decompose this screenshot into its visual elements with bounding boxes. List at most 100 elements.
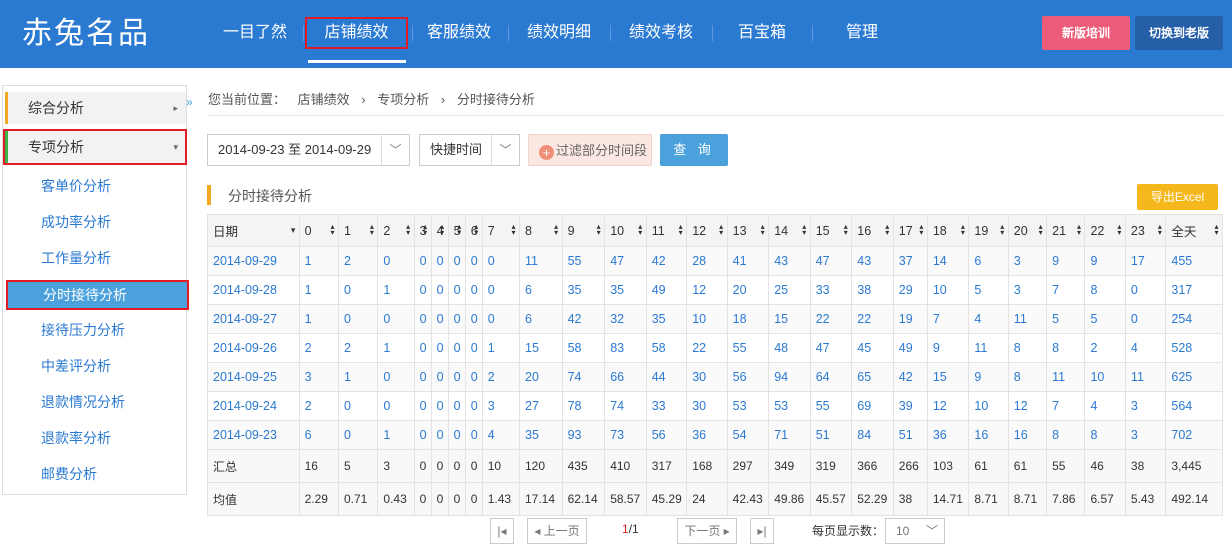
sidebar-item-success-rate[interactable]: 成功率分析 bbox=[41, 210, 111, 234]
column-header-hour[interactable]: 12 ▴ ▾ bbox=[686, 214, 728, 247]
page-size-select[interactable]: 10 ﹀ bbox=[885, 518, 945, 544]
column-header-hour[interactable]: 13 ▴ ▾ bbox=[726, 214, 770, 247]
nav-shop-performance[interactable]: 店铺绩效 bbox=[305, 17, 408, 49]
table-cell: 0 bbox=[447, 246, 466, 276]
sidebar-item-hourly-reception[interactable]: 分时接待分析 bbox=[6, 280, 189, 310]
column-header-hour[interactable]: 16 ▴ ▾ bbox=[851, 214, 894, 247]
sort-icon: ▴ ▾ bbox=[511, 222, 516, 237]
table-cell: 22 bbox=[686, 333, 728, 363]
column-header-hour[interactable]: 15 ▴ ▾ bbox=[809, 214, 853, 247]
summary-cell: 5.43 bbox=[1124, 482, 1167, 516]
row-date-cell[interactable]: 2014-09-28 bbox=[207, 275, 300, 305]
table-cell: 44 bbox=[645, 362, 688, 392]
column-header-hour[interactable]: 21 ▴ ▾ bbox=[1046, 214, 1086, 247]
column-header-hour[interactable]: 9 ▴ ▾ bbox=[561, 214, 606, 247]
column-header-hour[interactable]: 20 ▴ ▾ bbox=[1007, 214, 1048, 247]
date-range-picker[interactable]: 2014-09-23 至 2014-09-29 ﹀ bbox=[207, 134, 410, 166]
column-header-hour[interactable]: 1 ▴ ▾ bbox=[337, 214, 379, 247]
table-cell: 6 bbox=[298, 420, 340, 450]
column-header-hour[interactable]: 0 ▴ ▾ bbox=[298, 214, 340, 247]
table-cell: 3 bbox=[1124, 420, 1167, 450]
prev-page-button[interactable]: ◂ 上一页 bbox=[527, 518, 587, 544]
row-date-cell[interactable]: 2014-09-29 bbox=[207, 246, 300, 276]
breadcrumb-item[interactable]: 店铺绩效 bbox=[298, 92, 350, 107]
column-header-hour[interactable]: 17 ▴ ▾ bbox=[892, 214, 928, 247]
table-cell: 0 bbox=[413, 246, 432, 276]
nav-performance-detail[interactable]: 绩效明细 bbox=[520, 17, 598, 49]
sidebar-item-shipping[interactable]: 邮费分析 bbox=[41, 462, 97, 486]
row-date-cell[interactable]: 2014-09-23 bbox=[207, 420, 300, 450]
summary-cell: 366 bbox=[851, 449, 894, 483]
table-cell: 1 bbox=[298, 246, 340, 276]
sidebar-item-workload[interactable]: 工作量分析 bbox=[41, 246, 111, 270]
nav-divider bbox=[610, 25, 611, 41]
column-header-hour[interactable]: 7 ▴ ▾ bbox=[481, 214, 521, 247]
last-page-button[interactable]: ▸| bbox=[750, 518, 774, 544]
column-header-hour[interactable]: 3 ▴ ▾ bbox=[413, 214, 432, 247]
nav-toolbox[interactable]: 百宝箱 bbox=[730, 17, 794, 49]
nav-service-performance[interactable]: 客服绩效 bbox=[420, 17, 498, 49]
query-button[interactable]: 查 询 bbox=[660, 134, 728, 166]
column-header-label: 19 bbox=[974, 223, 989, 238]
table-cell: 0 bbox=[337, 391, 379, 421]
highlight-box bbox=[3, 129, 187, 165]
table-cell: 36 bbox=[926, 420, 970, 450]
nav-performance-review[interactable]: 绩效考核 bbox=[622, 17, 700, 49]
nav-divider bbox=[303, 25, 304, 41]
quick-time-select[interactable]: 快捷时间 ﹀ bbox=[419, 134, 520, 166]
column-header-hour[interactable]: 23 ▴ ▾ bbox=[1124, 214, 1167, 247]
nav-overview[interactable]: 一目了然 bbox=[218, 17, 292, 49]
sidebar-item-bad-reviews[interactable]: 中差评分析 bbox=[41, 354, 111, 378]
table-row: 2014-09-29 1 2 0 0 0 0 0 0 11 55 47 42 28 41 43 47 43 37 14… bbox=[207, 246, 1223, 276]
breadcrumb-item[interactable]: 专项分析 bbox=[377, 92, 429, 107]
table-cell: 1 bbox=[377, 420, 415, 450]
sidebar-item-refund-status[interactable]: 退款情况分析 bbox=[41, 390, 125, 414]
column-header-hour[interactable]: 5 ▴ ▾ bbox=[447, 214, 466, 247]
column-header-hour[interactable]: 2 ▴ ▾ bbox=[377, 214, 415, 247]
row-date-cell[interactable]: 2014-09-24 bbox=[207, 391, 300, 421]
summary-cell: 3,445 bbox=[1165, 449, 1223, 483]
row-date-cell[interactable]: 2014-09-25 bbox=[207, 362, 300, 392]
sort-icon: ▴ ▾ bbox=[1000, 222, 1005, 237]
nav-manage[interactable]: 管理 bbox=[840, 17, 884, 49]
column-header-hour[interactable]: 10 ▴ ▾ bbox=[604, 214, 647, 247]
table-cell: 702 bbox=[1165, 420, 1223, 450]
row-date-cell[interactable]: 2014-09-27 bbox=[207, 304, 300, 334]
table-cell: 1 bbox=[298, 275, 340, 305]
sidebar-group-overall[interactable]: 综合分析 ▸ bbox=[5, 92, 186, 124]
table-cell: 84 bbox=[851, 420, 894, 450]
table-cell: 15 bbox=[926, 362, 970, 392]
column-header-total[interactable]: 全天 ▴ ▾ bbox=[1165, 214, 1223, 247]
sidebar-item-order-value[interactable]: 客单价分析 bbox=[41, 174, 111, 198]
table-cell: 9 bbox=[1046, 246, 1086, 276]
table-cell: 65 bbox=[851, 362, 894, 392]
column-header-hour[interactable]: 11 ▴ ▾ bbox=[645, 214, 688, 247]
collapse-sidebar-icon[interactable]: » bbox=[186, 95, 193, 109]
switch-old-version-button[interactable]: 切换到老版 bbox=[1135, 16, 1223, 50]
column-header-hour[interactable]: 4 ▴ ▾ bbox=[430, 214, 449, 247]
column-header-label: 17 bbox=[898, 223, 913, 238]
table-cell: 55 bbox=[561, 246, 606, 276]
column-header-hour[interactable]: 18 ▴ ▾ bbox=[926, 214, 970, 247]
sidebar-item-refund-rate[interactable]: 退款率分析 bbox=[41, 426, 111, 450]
column-header-hour[interactable]: 8 ▴ ▾ bbox=[519, 214, 563, 247]
column-header-hour[interactable]: 6 ▴ ▾ bbox=[464, 214, 483, 247]
export-excel-button[interactable]: 导出Excel bbox=[1137, 184, 1218, 210]
column-header-date[interactable]: 日期 ▾ bbox=[207, 214, 300, 247]
table-cell: 22 bbox=[809, 304, 853, 334]
filter-time-slot-button[interactable]: + 过滤部分时间段 bbox=[528, 134, 652, 166]
first-page-button[interactable]: |◂ bbox=[490, 518, 514, 544]
column-header-hour[interactable]: 14 ▴ ▾ bbox=[768, 214, 811, 247]
column-header-hour[interactable]: 22 ▴ ▾ bbox=[1084, 214, 1126, 247]
table-row: 2014-09-24 2 0 0 0 0 0 0 3 27 78 74 33 30 53 53 55 69 39 12… bbox=[207, 391, 1223, 421]
table-cell: 0 bbox=[464, 333, 483, 363]
table-cell: 254 bbox=[1165, 304, 1223, 334]
table-cell: 0 bbox=[464, 362, 483, 392]
logo: 赤兔名品 bbox=[22, 16, 150, 51]
row-date-cell[interactable]: 2014-09-26 bbox=[207, 333, 300, 363]
table-cell: 11 bbox=[519, 246, 563, 276]
column-header-hour[interactable]: 19 ▴ ▾ bbox=[968, 214, 1009, 247]
next-page-button[interactable]: 下一页 ▸ bbox=[677, 518, 737, 544]
new-training-button[interactable]: 新版培训 bbox=[1042, 16, 1130, 50]
sidebar-item-reception-pressure[interactable]: 接待压力分析 bbox=[41, 318, 125, 342]
